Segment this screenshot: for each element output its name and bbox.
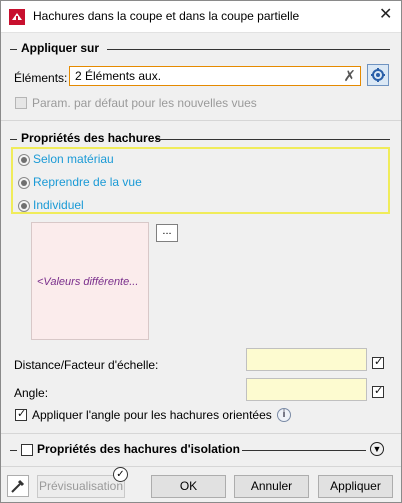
radio-selon-materiau[interactable] [18,154,30,166]
radio-individuel[interactable] [18,200,30,212]
section-props-header: Propriétés des hachures [10,131,390,147]
pick-tool-button[interactable] [7,475,29,497]
distance-checkbox[interactable]: ✓ [372,356,384,369]
dialog-window: Hachures dans la coupe et dans la coupe … [0,0,402,503]
distance-input[interactable] [246,348,367,371]
title-bar: Hachures dans la coupe et dans la coupe … [1,1,401,33]
default-param-checkbox[interactable] [15,97,27,109]
section-isolation-header[interactable]: Propriétés des hachures d'isolation [10,442,390,458]
apply-button[interactable]: Appliquer [318,475,393,498]
radio-label-selon-materiau[interactable]: Selon matériau [33,152,114,166]
section-isolation-title: Propriétés des hachures d'isolation [37,442,240,456]
section-divider [1,120,401,121]
angle-checkbox[interactable]: ✓ [372,385,384,398]
angle-input[interactable] [246,378,367,401]
elements-field[interactable]: 2 Éléments aux. ✗ [69,66,361,86]
eyedropper-icon [11,479,25,493]
gear-pick-icon [371,68,385,82]
select-elements-button[interactable] [367,64,389,86]
section-apply-title: Appliquer sur [21,41,100,55]
elements-value: 2 Éléments aux. [75,69,162,83]
ok-button[interactable]: OK [151,475,226,498]
angle-label: Angle: [14,386,49,400]
elements-label: Éléments: [14,71,68,85]
hatch-source-radio-group: Selon matériau Reprendre de la vue Indiv… [11,147,390,214]
section-props-title: Propriétés des hachures [21,131,162,145]
oriented-angle-label: Appliquer l'angle pour les hachures orie… [32,408,272,422]
info-icon[interactable]: i [277,408,291,422]
app-icon [9,9,25,25]
isolation-checkbox[interactable] [21,444,33,456]
radio-label-reprendre-vue[interactable]: Reprendre de la vue [33,175,142,189]
hatch-preview[interactable]: <Valeurs différente... [31,222,149,340]
close-icon[interactable]: ✕ [379,6,392,24]
preview-button[interactable]: Prévisualisation [37,475,125,498]
section-divider-2 [1,433,401,434]
footer-divider [1,466,401,467]
section-apply-header: Appliquer sur [10,41,390,57]
chevron-down-icon[interactable]: ▼ [370,442,384,456]
radio-reprendre-vue[interactable] [18,177,30,189]
preview-check-icon: ✓ [113,467,128,482]
default-param-label: Param. par défaut pour les nouvelles vue… [32,96,257,110]
window-title: Hachures dans la coupe et dans la coupe … [33,9,300,23]
cancel-button[interactable]: Annuler [234,475,309,498]
hatch-more-button[interactable]: ... [156,224,178,242]
radio-label-individuel[interactable]: Individuel [33,198,84,212]
hatch-preview-text: <Valeurs différente... [37,276,139,288]
oriented-angle-checkbox[interactable]: ✓ [15,408,27,421]
distance-label: Distance/Facteur d'échelle: [14,358,159,372]
clear-icon[interactable]: ✗ [343,67,356,85]
